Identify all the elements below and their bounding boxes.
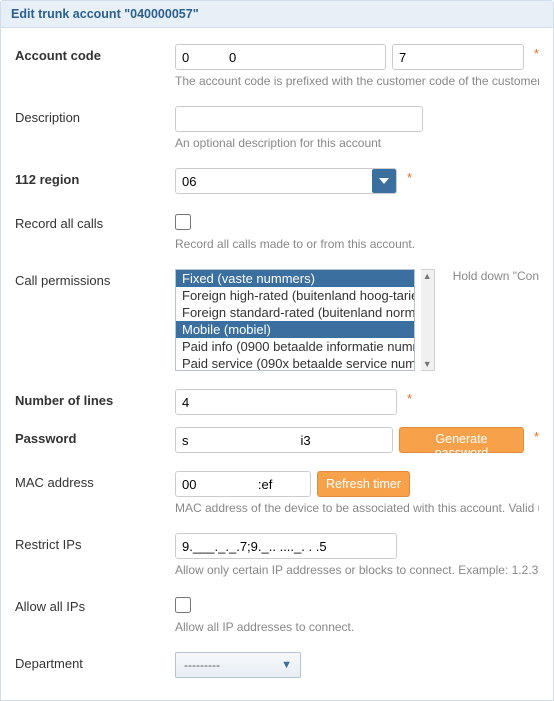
region-select[interactable] — [175, 168, 397, 194]
account-code-prefix-input[interactable] — [175, 44, 386, 70]
row-account-code: Account code * The account code is prefi… — [15, 34, 539, 96]
region-dropdown-button[interactable] — [372, 169, 396, 193]
scrollbar[interactable]: ▲ ▼ — [421, 269, 435, 371]
label-password: Password — [15, 427, 175, 446]
required-marker: * — [534, 46, 539, 61]
generate-password-button[interactable]: Generate password — [399, 427, 524, 453]
row-password: Password Generate password * — [15, 423, 539, 461]
department-value: --------- — [184, 658, 220, 672]
account-code-input[interactable] — [392, 44, 524, 70]
panel-title: Edit trunk account "040000057" — [1, 1, 553, 28]
call-permissions-list[interactable]: Fixed (vaste nummers)Foreign high-rated … — [175, 269, 415, 371]
row-department: Department --------- ▼ — [15, 642, 539, 686]
refresh-timer-button[interactable]: Refresh timer — [317, 471, 410, 497]
required-marker: * — [407, 170, 412, 185]
chevron-down-icon — [379, 178, 389, 184]
restrict-ips-help: Allow only certain IP addresses or block… — [175, 563, 539, 577]
label-account-code: Account code — [15, 44, 175, 63]
row-call-permissions: Call permissions Fixed (vaste nummers)Fo… — [15, 259, 539, 379]
label-allow-all-ips: Allow all IPs — [15, 595, 175, 614]
description-input[interactable] — [175, 106, 423, 132]
record-all-checkbox[interactable] — [175, 214, 191, 230]
account-code-help: The account code is prefixed with the cu… — [175, 74, 539, 88]
row-mac: MAC address Refresh timer MAC address of… — [15, 461, 539, 523]
password-input[interactable] — [175, 427, 393, 453]
row-restrict-ips: Restrict IPs Allow only certain IP addre… — [15, 523, 539, 585]
label-number-of-lines: Number of lines — [15, 389, 175, 408]
allow-all-ips-help: Allow all IP addresses to connect. — [175, 620, 539, 634]
department-select[interactable]: --------- ▼ — [175, 652, 301, 678]
mac-input[interactable] — [175, 471, 311, 497]
row-number-of-lines: Number of lines * — [15, 379, 539, 423]
call-permissions-hint: Hold down "Con — [453, 269, 539, 283]
edit-trunk-account-panel: Edit trunk account "040000057" Account c… — [0, 0, 554, 701]
mac-help: MAC address of the device to be associat… — [175, 501, 539, 515]
label-region: 112 region — [15, 168, 175, 187]
required-marker: * — [407, 391, 412, 406]
row-region: 112 region * — [15, 158, 539, 202]
row-description: Description An optional description for … — [15, 96, 539, 158]
label-call-permissions: Call permissions — [15, 269, 175, 288]
call-permission-option[interactable]: Paid service (090x betaalde service numm… — [176, 355, 414, 371]
required-marker: * — [534, 429, 539, 444]
record-all-help: Record all calls made to or from this ac… — [175, 237, 539, 251]
allow-all-ips-checkbox[interactable] — [175, 597, 191, 613]
label-restrict-ips: Restrict IPs — [15, 533, 175, 552]
label-description: Description — [15, 106, 175, 125]
scroll-down-icon: ▼ — [423, 358, 432, 370]
call-permission-option[interactable]: Mobile (mobiel) — [176, 321, 414, 338]
call-permission-option[interactable]: Foreign high-rated (buitenland hoog-tari… — [176, 287, 414, 304]
chevron-down-icon: ▼ — [281, 659, 292, 671]
call-permission-option[interactable]: Fixed (vaste nummers) — [176, 270, 414, 287]
row-record-all: Record all calls Record all calls made t… — [15, 202, 539, 259]
label-department: Department — [15, 652, 175, 671]
description-help: An optional description for this account — [175, 136, 539, 150]
restrict-ips-input[interactable] — [175, 533, 397, 559]
panel-body: Account code * The account code is prefi… — [1, 28, 553, 700]
call-permission-option[interactable]: Paid info (0900 betaalde informatie numm… — [176, 338, 414, 355]
label-record-all: Record all calls — [15, 212, 175, 231]
label-mac: MAC address — [15, 471, 175, 490]
call-permission-option[interactable]: Foreign standard-rated (buitenland norma… — [176, 304, 414, 321]
scroll-up-icon: ▲ — [423, 270, 432, 282]
number-of-lines-input[interactable] — [175, 389, 397, 415]
